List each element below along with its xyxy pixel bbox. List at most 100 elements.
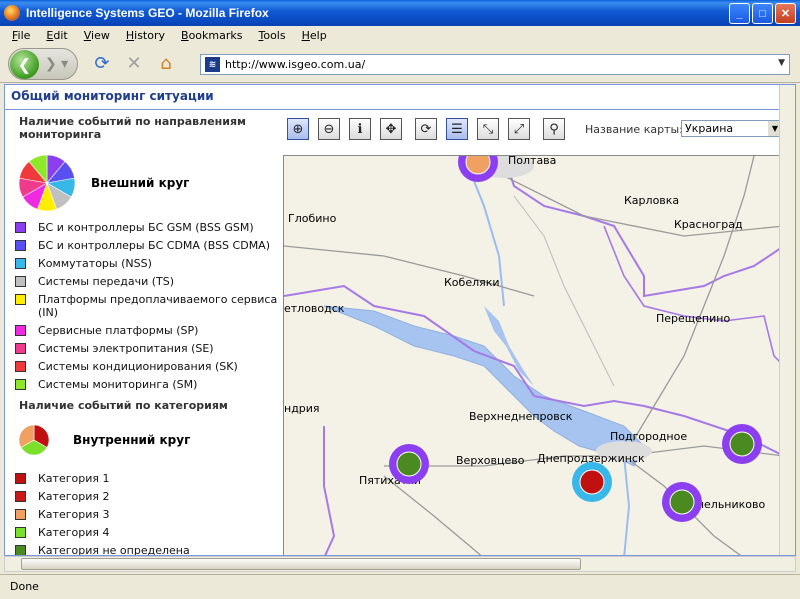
color-swatch (15, 527, 26, 538)
category-item: Категория 4 (15, 526, 281, 539)
map-marker-inner[interactable] (729, 431, 755, 457)
zoom-in-icon[interactable]: ⊕ (287, 118, 309, 140)
menu-history[interactable]: History (118, 29, 173, 42)
minimize-button[interactable]: _ (729, 3, 750, 24)
inner-pie-icon (18, 424, 50, 456)
layers-icon[interactable]: ☰ (446, 118, 468, 140)
back-button[interactable]: ❮ (10, 49, 39, 79)
direction-item: БС и контроллеры БС CDMA (BSS CDMA) (15, 239, 281, 252)
color-swatch (15, 361, 26, 372)
color-swatch (15, 343, 26, 354)
category-item-label: Категория не определена (38, 544, 190, 556)
place-label: ндрия (284, 402, 320, 415)
stop-icon[interactable]: ✕ (120, 50, 148, 78)
menu-help[interactable]: Help (294, 29, 335, 42)
direction-item-label: Сервисные платформы (SP) (38, 324, 199, 337)
refresh-map-icon[interactable]: ⟳ (415, 118, 437, 140)
directions-list: БС и контроллеры БС GSM (BSS GSM) БС и ко… (5, 221, 281, 391)
place-label: Верхнеднепровск (469, 410, 573, 423)
fit-to-window-icon[interactable]: ⤡ (477, 118, 499, 140)
direction-item: Коммутаторы (NSS) (15, 257, 281, 270)
direction-item: Системы передачи (TS) (15, 275, 281, 288)
navigation-toolbar: ❮ ❯ ▾ ⟳ ✕ ⌂ ≋ http://www.isgeo.com.ua/ ▼ (0, 45, 800, 83)
url-text: http://www.isgeo.com.ua/ (225, 58, 366, 71)
scrollbar-thumb[interactable] (21, 558, 581, 570)
window-titlebar: Intelligence Systems GEO - Mozilla Firef… (0, 0, 800, 26)
legend-panel: Наличие событий по направлениям монитори… (5, 111, 281, 556)
horizontal-scrollbar[interactable] (4, 556, 796, 572)
reload-icon[interactable]: ⟳ (88, 50, 116, 78)
maximize-button[interactable]: □ (752, 3, 773, 24)
road-line-7 (513, 195, 615, 387)
window-title: Intelligence Systems GEO - Mozilla Firef… (26, 6, 269, 20)
category-item: Категория 1 (15, 472, 281, 485)
page-content: Общий мониторинг ситуации Наличие событи… (4, 84, 796, 556)
map-marker-inner[interactable] (579, 469, 605, 495)
place-label: Карловка (624, 194, 679, 207)
direction-item-label: Коммутаторы (NSS) (38, 257, 152, 270)
home-icon[interactable]: ⌂ (152, 50, 180, 78)
status-bar: Done (0, 574, 800, 599)
direction-item: Платформы предоплачиваемого сервиса (IN) (15, 293, 281, 319)
place-label: Перещепино (656, 312, 730, 325)
category-item: Категория 3 (15, 508, 281, 521)
zoom-out-icon[interactable]: ⊖ (318, 118, 340, 140)
outer-circle-legend: Внешний круг (17, 153, 281, 213)
legend-categories-title: Наличие событий по категориям (19, 399, 228, 412)
menu-view[interactable]: View (76, 29, 118, 42)
category-item: Категория 2 (15, 490, 281, 503)
river-line-2 (623, 455, 631, 555)
inner-circle-label: Внутренний круг (73, 433, 191, 447)
info-icon[interactable]: ℹ (349, 118, 371, 140)
map-name-label: Название карты: (585, 123, 683, 136)
place-label: Полтава (508, 156, 556, 167)
color-swatch (15, 473, 26, 484)
road-line-6 (383, 475, 482, 555)
direction-item-label: БС и контроллеры БС GSM (BSS GSM) (38, 221, 254, 234)
direction-item-label: Системы электропитания (SE) (38, 342, 214, 355)
place-label: Кобеляки (444, 276, 500, 289)
color-swatch (15, 222, 26, 233)
forward-button[interactable]: ❯ ▾ (45, 56, 68, 72)
color-swatch (15, 240, 26, 251)
direction-item-label: БС и контроллеры БС CDMA (BSS CDMA) (38, 239, 270, 252)
menu-tools[interactable]: Tools (250, 29, 293, 42)
category-item: Категория не определена (15, 544, 281, 556)
map-view[interactable]: Полтава Карловка Глобино Красноград Кобе… (283, 155, 783, 556)
menu-file[interactable]: File (4, 29, 38, 42)
url-bar[interactable]: ≋ http://www.isgeo.com.ua/ ▼ (200, 54, 790, 75)
menu-bookmarks[interactable]: Bookmarks (173, 29, 250, 42)
direction-item-label: Системы мониторинга (SM) (38, 378, 198, 391)
direction-item: Сервисные платформы (SP) (15, 324, 281, 337)
direction-item-label: Системы кондиционирования (SK) (38, 360, 238, 373)
header-divider (5, 109, 795, 110)
map-canvas[interactable]: Полтава Карловка Глобино Красноград Кобе… (284, 156, 783, 556)
map-marker-inner[interactable] (669, 489, 695, 515)
menu-edit[interactable]: Edit (38, 29, 75, 42)
direction-item-label: Платформы предоплачиваемого сервиса (IN) (38, 293, 278, 319)
back-forward-group: ❮ ❯ ▾ (8, 47, 78, 80)
map-name-select[interactable]: Украина ▼ (681, 120, 783, 137)
direction-item: БС и контроллеры БС GSM (BSS GSM) (15, 221, 281, 234)
color-swatch (15, 258, 26, 269)
find-binoculars-icon[interactable]: ⚲ (543, 118, 565, 140)
place-label: Глобино (288, 212, 337, 225)
close-button[interactable]: ✕ (775, 3, 796, 24)
border-line-5 (323, 426, 336, 555)
direction-item: Системы электропитания (SE) (15, 342, 281, 355)
color-swatch (15, 325, 26, 336)
firefox-icon (4, 5, 20, 21)
border-line-4 (603, 225, 783, 367)
url-dropdown-icon[interactable]: ▼ (778, 58, 785, 68)
place-label: Подгородное (610, 430, 687, 443)
category-item-label: Категория 1 (38, 472, 110, 485)
inner-circle-legend: Внутренний круг (17, 418, 281, 462)
pan-icon[interactable]: ✥ (380, 118, 402, 140)
direction-item: Системы кондиционирования (SK) (15, 360, 281, 373)
map-name-value: Украина (685, 122, 734, 135)
full-extent-icon[interactable]: ⤢ (508, 118, 530, 140)
category-item-label: Категория 2 (38, 490, 110, 503)
place-label: етловодск (284, 302, 345, 315)
vertical-scrollbar[interactable] (779, 85, 795, 555)
map-marker-inner[interactable] (396, 451, 422, 477)
